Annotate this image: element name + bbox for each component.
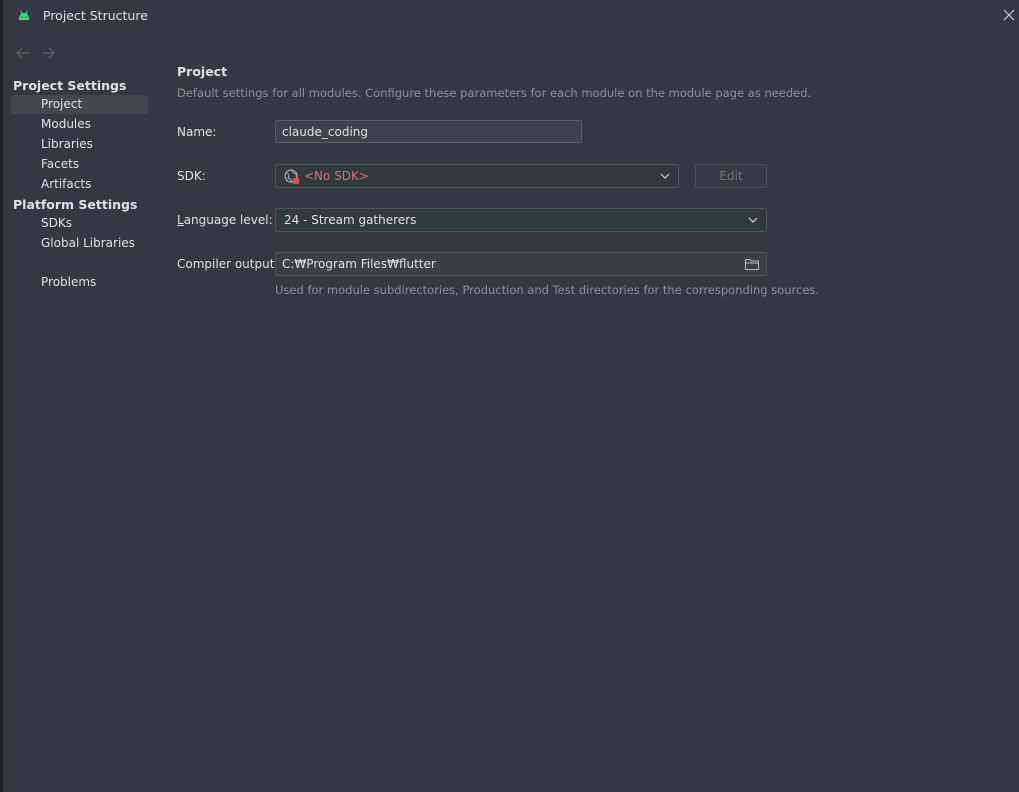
page-title: Project <box>177 64 228 79</box>
arrow-right-icon[interactable] <box>40 45 56 61</box>
name-input[interactable] <box>275 120 582 143</box>
title-bar: Project Structure <box>3 0 1019 32</box>
window-title: Project Structure <box>43 8 148 23</box>
language-level-label-text: anguage level: <box>183 213 273 227</box>
sdk-globe-icon <box>284 169 299 184</box>
sidebar-item-modules[interactable]: Modules <box>11 115 148 134</box>
sidebar-item-artifacts[interactable]: Artifacts <box>11 175 148 194</box>
platform-settings-header: Platform Settings <box>13 197 138 212</box>
project-settings-header: Project Settings <box>13 78 127 93</box>
sidebar-item-sdks[interactable]: SDKs <box>11 214 148 233</box>
compiler-output-label: Compiler output: <box>177 257 279 271</box>
sdk-combobox[interactable]: <No SDK> <box>275 164 679 188</box>
page-description: Default settings for all modules. Config… <box>177 86 812 100</box>
folder-icon[interactable] <box>744 257 760 271</box>
language-level-combobox[interactable]: 24 - Stream gatherers <box>275 208 767 232</box>
compiler-output-hint: Used for module subdirectories, Producti… <box>275 283 820 297</box>
sdk-value: <No SDK> <box>304 169 369 183</box>
project-structure-dialog: Project Structure Project Settings Proje… <box>3 0 1019 792</box>
sdk-label: SDK: <box>177 169 206 183</box>
language-level-label: Language level: <box>177 213 273 227</box>
chevron-down-icon <box>748 217 758 223</box>
sidebar-item-libraries[interactable]: Libraries <box>11 135 148 154</box>
close-icon[interactable] <box>1001 6 1017 24</box>
sidebar-item-project[interactable]: Project <box>11 95 148 114</box>
language-level-mnemonic: L <box>177 213 184 227</box>
arrow-left-icon[interactable] <box>15 45 31 61</box>
chevron-down-icon <box>660 173 670 179</box>
language-level-value: 24 - Stream gatherers <box>284 213 417 227</box>
sidebar-item-facets[interactable]: Facets <box>11 155 148 174</box>
android-icon <box>19 10 29 20</box>
compiler-output-value: C:₩Program Files₩flutter <box>282 257 436 271</box>
edit-sdk-button[interactable]: Edit <box>695 164 767 188</box>
sidebar-item-global-libraries[interactable]: Global Libraries <box>11 234 148 253</box>
compiler-output-field[interactable]: C:₩Program Files₩flutter <box>275 252 767 276</box>
sidebar-item-problems[interactable]: Problems <box>11 273 148 292</box>
name-label: Name: <box>177 125 217 139</box>
